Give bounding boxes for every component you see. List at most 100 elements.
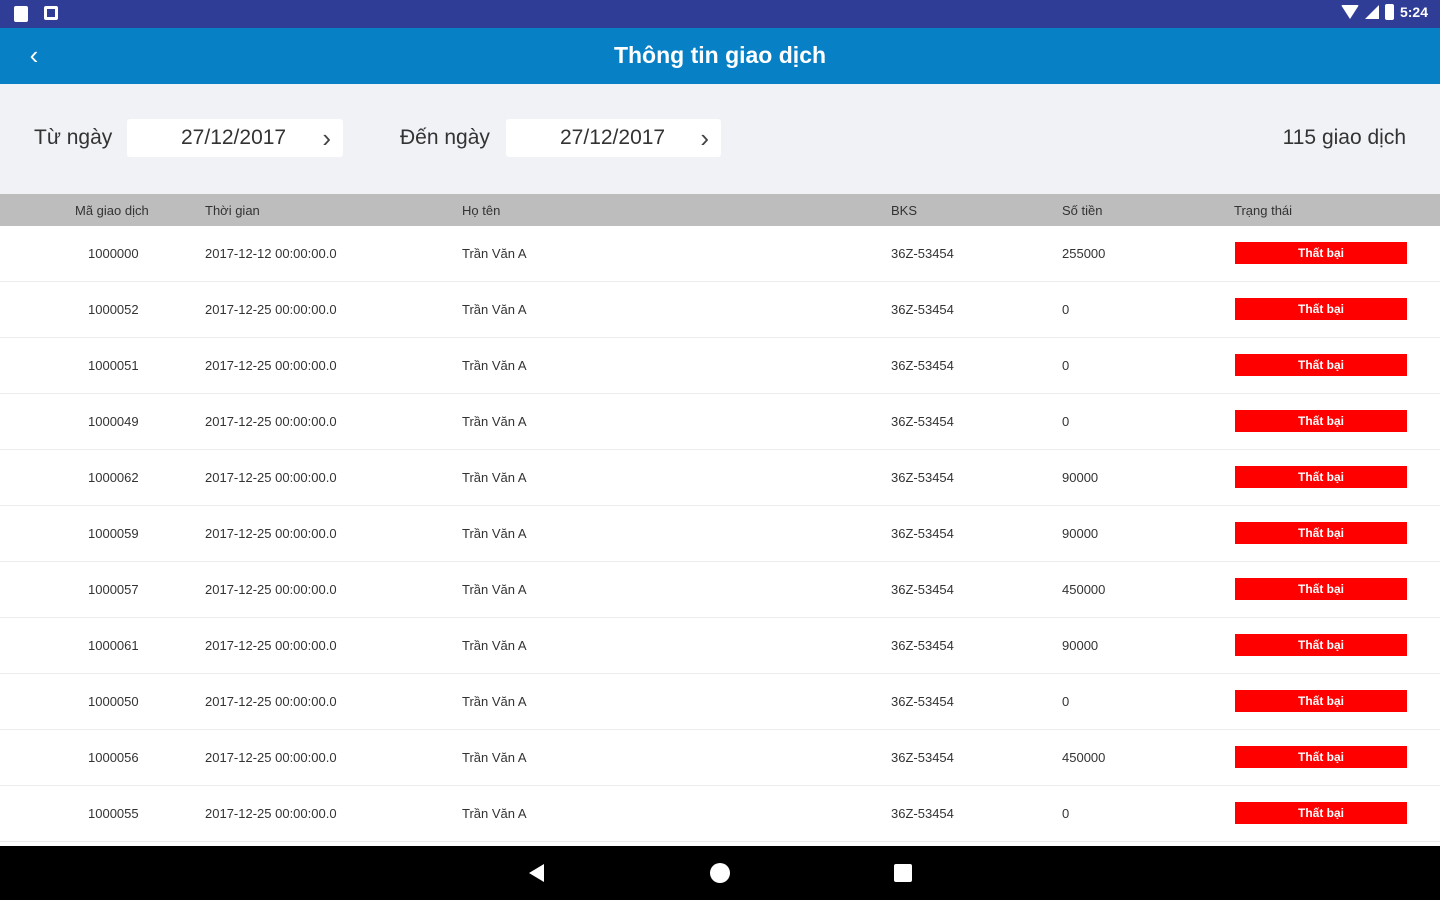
nav-back-icon[interactable] xyxy=(529,864,544,882)
cell-time: 2017-12-25 00:00:00.0 xyxy=(205,358,337,373)
header-time: Thời gian xyxy=(205,203,260,218)
status-badge: Thất bại xyxy=(1235,746,1407,768)
cell-plate: 36Z-53454 xyxy=(891,414,954,429)
table-row[interactable]: 1000057 2017-12-25 00:00:00.0 Trần Văn A… xyxy=(0,562,1440,618)
table-row[interactable]: 1000050 2017-12-25 00:00:00.0 Trần Văn A… xyxy=(0,674,1440,730)
cell-plate: 36Z-53454 xyxy=(891,358,954,373)
wifi-icon xyxy=(1340,5,1359,19)
cell-amount: 90000 xyxy=(1062,526,1099,541)
table-row[interactable]: 1000056 2017-12-25 00:00:00.0 Trần Văn A… xyxy=(0,730,1440,786)
status-badge: Thất bại xyxy=(1235,410,1407,432)
cell-transaction-id: 1000052 xyxy=(88,302,139,317)
cell-name: Trần Văn A xyxy=(462,806,527,821)
cell-name: Trần Văn A xyxy=(462,246,527,261)
cell-time: 2017-12-12 00:00:00.0 xyxy=(205,246,337,261)
status-bar: 5:24 xyxy=(0,0,1440,28)
from-date-picker[interactable]: 27/12/2017 › xyxy=(127,119,343,157)
status-time: 5:24 xyxy=(1399,4,1428,20)
cell-name: Trần Văn A xyxy=(462,638,527,653)
status-badge: Thất bại xyxy=(1235,354,1407,376)
system-nav-bar xyxy=(0,846,1440,900)
status-badge: Thất bại xyxy=(1235,634,1407,656)
cell-name: Trần Văn A xyxy=(462,414,527,429)
status-badge: Thất bại xyxy=(1235,242,1407,264)
cell-amount: 0 xyxy=(1062,302,1070,317)
cell-amount: 90000 xyxy=(1062,470,1099,485)
cell-time: 2017-12-25 00:00:00.0 xyxy=(205,750,337,765)
cell-plate: 36Z-53454 xyxy=(891,806,954,821)
cell-transaction-id: 1000062 xyxy=(88,470,139,485)
table-row[interactable]: 1000059 2017-12-25 00:00:00.0 Trần Văn A… xyxy=(0,506,1440,562)
transaction-list[interactable]: 1000000 2017-12-12 00:00:00.0 Trần Văn A… xyxy=(0,226,1440,846)
cell-time: 2017-12-25 00:00:00.0 xyxy=(205,694,337,709)
battery-icon xyxy=(1384,4,1394,20)
cell-time: 2017-12-25 00:00:00.0 xyxy=(205,638,337,653)
cell-plate: 36Z-53454 xyxy=(891,302,954,317)
cell-amount: 255000 xyxy=(1062,246,1106,261)
table-row[interactable]: 1000000 2017-12-12 00:00:00.0 Trần Văn A… xyxy=(0,226,1440,282)
page-title: Thông tin giao dịch xyxy=(613,42,827,68)
cell-plate: 36Z-53454 xyxy=(891,582,954,597)
transaction-count: 115 giao dịch xyxy=(1282,126,1406,149)
cell-plate: 36Z-53454 xyxy=(891,694,954,709)
status-badge: Thất bại xyxy=(1235,466,1407,488)
cell-time: 2017-12-25 00:00:00.0 xyxy=(205,470,337,485)
cell-amount: 0 xyxy=(1062,806,1070,821)
to-date-picker[interactable]: 27/12/2017 › xyxy=(506,119,721,157)
cell-amount: 0 xyxy=(1062,414,1070,429)
cell-amount: 0 xyxy=(1062,358,1070,373)
cell-transaction-id: 1000061 xyxy=(88,638,139,653)
app-bar: ‹ Thông tin giao dịch xyxy=(0,28,1440,84)
cell-transaction-id: 1000056 xyxy=(88,750,139,765)
header-transaction-id: Mã giao dịch xyxy=(75,203,149,218)
chevron-right-icon: › xyxy=(322,123,331,153)
header-status: Trạng thái xyxy=(1234,203,1293,218)
table-row[interactable]: 1000049 2017-12-25 00:00:00.0 Trần Văn A… xyxy=(0,394,1440,450)
nav-home-icon[interactable] xyxy=(710,863,730,883)
table-row[interactable]: 1000062 2017-12-25 00:00:00.0 Trần Văn A… xyxy=(0,450,1440,506)
cell-plate: 36Z-53454 xyxy=(891,526,954,541)
status-badge: Thất bại xyxy=(1235,522,1407,544)
header-plate: BKS xyxy=(891,203,918,218)
status-badge: Thất bại xyxy=(1235,690,1407,712)
table-row[interactable]: 1000055 2017-12-25 00:00:00.0 Trần Văn A… xyxy=(0,786,1440,842)
cell-transaction-id: 1000050 xyxy=(88,694,139,709)
cell-transaction-id: 1000059 xyxy=(88,526,139,541)
table-row[interactable]: 1000052 2017-12-25 00:00:00.0 Trần Văn A… xyxy=(0,282,1440,338)
nav-recents-icon[interactable] xyxy=(894,864,912,882)
status-badge: Thất bại xyxy=(1235,578,1407,600)
cell-transaction-id: 1000000 xyxy=(88,246,139,261)
cell-transaction-id: 1000049 xyxy=(88,414,139,429)
cell-time: 2017-12-25 00:00:00.0 xyxy=(205,414,337,429)
cell-plate: 36Z-53454 xyxy=(891,246,954,261)
cell-name: Trần Văn A xyxy=(462,358,527,373)
cell-amount: 0 xyxy=(1062,694,1070,709)
status-badge: Thất bại xyxy=(1235,298,1407,320)
cell-name: Trần Văn A xyxy=(462,526,527,541)
cell-name: Trần Văn A xyxy=(462,750,527,765)
cell-name: Trần Văn A xyxy=(462,694,527,709)
header-name: Họ tên xyxy=(462,203,501,218)
date-filter: Từ ngày 27/12/2017 › Đến ngày 27/12/2017… xyxy=(0,84,1440,194)
cell-time: 2017-12-25 00:00:00.0 xyxy=(205,526,337,541)
status-badge: Thất bại xyxy=(1235,802,1407,824)
cell-time: 2017-12-25 00:00:00.0 xyxy=(205,302,337,317)
cell-name: Trần Văn A xyxy=(462,470,527,485)
notification-icon xyxy=(44,6,58,20)
cell-plate: 36Z-53454 xyxy=(891,750,954,765)
cell-plate: 36Z-53454 xyxy=(891,470,954,485)
cell-amount: 450000 xyxy=(1062,750,1106,765)
table-header: Mã giao dịch Thời gian Họ tên BKS Số tiề… xyxy=(0,194,1440,226)
table-row[interactable]: 1000061 2017-12-25 00:00:00.0 Trần Văn A… xyxy=(0,618,1440,674)
cell-transaction-id: 1000055 xyxy=(88,806,139,821)
header-amount: Số tiền xyxy=(1062,203,1103,218)
cell-time: 2017-12-25 00:00:00.0 xyxy=(205,806,337,821)
from-date-label: Từ ngày xyxy=(34,126,113,149)
cell-transaction-id: 1000057 xyxy=(88,582,139,597)
to-date-value: 27/12/2017 xyxy=(560,126,666,149)
cell-name: Trần Văn A xyxy=(462,302,527,317)
cell-amount: 450000 xyxy=(1062,582,1106,597)
table-row[interactable]: 1000051 2017-12-25 00:00:00.0 Trần Văn A… xyxy=(0,338,1440,394)
cell-amount: 90000 xyxy=(1062,638,1099,653)
cell-name: Trần Văn A xyxy=(462,582,527,597)
